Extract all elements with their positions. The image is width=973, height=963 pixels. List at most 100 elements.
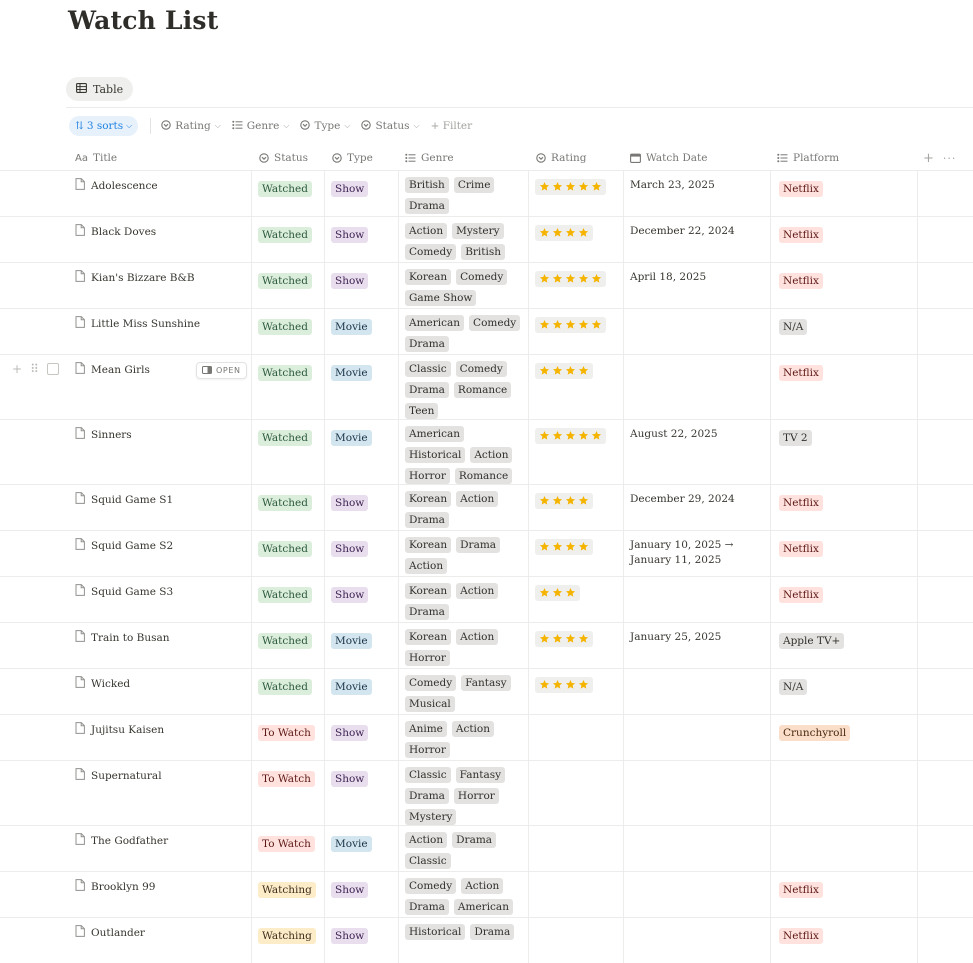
genre-tag[interactable]: Classic (405, 767, 451, 783)
genre-tag[interactable]: Romance (453, 382, 512, 398)
status-badge[interactable]: Watching (258, 882, 316, 898)
rating-cell[interactable] (535, 583, 580, 602)
tab-table-view[interactable]: Table (66, 77, 134, 101)
genre-cell[interactable]: Action Drama Classic (405, 832, 527, 874)
title-cell[interactable]: Train to Busan (75, 630, 170, 645)
genre-cell[interactable]: Comedy Action Drama American (405, 878, 527, 920)
genre-tag[interactable]: Korean (405, 269, 452, 285)
platform-tag[interactable]: N/A (779, 319, 808, 335)
genre-tag[interactable]: Drama (405, 604, 449, 620)
genre-cell[interactable]: Historical Drama (405, 924, 527, 945)
genre-cell[interactable]: American Historical Action Horror Romance (405, 426, 527, 489)
row-title[interactable]: Black Doves (91, 226, 156, 238)
genre-tag[interactable]: Action (470, 447, 513, 463)
type-cell[interactable]: Movie (331, 361, 377, 386)
platform-cell[interactable]: Netflix (779, 491, 828, 516)
status-cell[interactable]: Watched (258, 629, 317, 654)
title-cell[interactable]: Little Miss Sunshine (75, 316, 200, 331)
row-title[interactable]: Jujitsu Kaisen (91, 724, 164, 736)
type-badge[interactable]: Show (331, 882, 369, 898)
status-cell[interactable]: Watched (258, 269, 317, 294)
platform-tag[interactable]: Crunchyroll (779, 725, 851, 741)
platform-tag[interactable]: Netflix (779, 541, 823, 557)
row-title[interactable]: Squid Game S3 (91, 586, 173, 598)
genre-tag[interactable]: Action (461, 878, 504, 894)
table-row[interactable]: Outlander Watching Show Historical Drama Netf… (0, 917, 973, 963)
rating-cell[interactable] (535, 361, 593, 380)
genre-tag[interactable]: Horror (405, 742, 450, 758)
column-header-type[interactable]: Type (331, 146, 373, 170)
table-row[interactable]: Squid Game S1 Watched Show Korean Action Dram… (0, 484, 973, 530)
row-title[interactable]: Squid Game S2 (91, 540, 173, 552)
genre-tag[interactable]: Classic (405, 361, 451, 377)
type-badge[interactable]: Show (331, 928, 369, 944)
type-cell[interactable]: Show (331, 537, 373, 562)
drag-handle-icon[interactable]: ⠿ (30, 362, 39, 376)
row-title[interactable]: Train to Busan (91, 632, 170, 644)
genre-cell[interactable]: Action Mystery Comedy British (405, 223, 527, 265)
column-header-title[interactable]: Aa Title (75, 146, 117, 170)
genre-tag[interactable]: Classic (405, 853, 451, 869)
type-badge[interactable]: Show (331, 227, 369, 243)
table-row[interactable]: Brooklyn 99 Watching Show Comedy Action Drama… (0, 871, 973, 917)
filter-rating[interactable]: Rating ⌵ (161, 119, 221, 133)
platform-cell[interactable]: N/A (779, 315, 812, 340)
status-cell[interactable]: Watching (258, 924, 321, 949)
genre-tag[interactable]: Action (451, 721, 494, 737)
genre-tag[interactable]: Historical (405, 924, 466, 940)
genre-tag[interactable]: Mystery (452, 223, 504, 239)
genre-cell[interactable]: British Crime Drama (405, 177, 527, 219)
rating-cell[interactable] (535, 223, 593, 242)
column-header-rating[interactable]: Rating (535, 146, 586, 170)
platform-tag[interactable]: Netflix (779, 181, 823, 197)
title-cell[interactable]: Kian's Bizzare B&B (75, 270, 195, 285)
platform-cell[interactable]: Netflix (779, 537, 828, 562)
rating-cell[interactable] (535, 426, 606, 445)
type-badge[interactable]: Movie (331, 679, 372, 695)
status-badge[interactable]: Watched (258, 679, 312, 695)
row-title[interactable]: Kian's Bizzare B&B (91, 272, 195, 284)
watch-date[interactable]: December 22, 2024 (630, 224, 766, 239)
title-cell[interactable]: Adolescence (75, 178, 158, 193)
type-cell[interactable]: Show (331, 223, 373, 248)
status-cell[interactable]: Watched (258, 223, 317, 248)
genre-tag[interactable]: Teen (405, 403, 439, 419)
genre-tag[interactable]: Korean (405, 537, 452, 553)
genre-tag[interactable]: Action (456, 629, 499, 645)
genre-tag[interactable]: Mystery (405, 809, 457, 825)
status-cell[interactable]: Watched (258, 537, 317, 562)
status-badge[interactable]: Watched (258, 541, 312, 557)
title-cell[interactable]: Supernatural (75, 768, 162, 783)
genre-tag[interactable]: Drama (405, 198, 449, 214)
title-cell[interactable]: Mean Girls (75, 362, 150, 377)
platform-cell[interactable]: TV 2 (779, 426, 817, 451)
status-badge[interactable]: Watched (258, 273, 312, 289)
type-badge[interactable]: Movie (331, 365, 372, 381)
type-badge[interactable]: Movie (331, 430, 372, 446)
title-cell[interactable]: Sinners (75, 427, 132, 442)
table-row[interactable]: Squid Game S2 Watched Show Korean Drama Actio… (0, 530, 973, 576)
table-row[interactable]: Black Doves Watched Show Action Mystery Comed… (0, 216, 973, 262)
watch-date[interactable]: January 25, 2025 (630, 630, 766, 645)
table-row[interactable]: Wicked Watched Movie Comedy Fantasy Musical N/… (0, 668, 973, 714)
rating-cell[interactable] (535, 537, 593, 556)
platform-cell[interactable]: Netflix (779, 269, 828, 294)
platform-cell[interactable]: Crunchyroll (779, 721, 855, 746)
platform-tag[interactable]: Netflix (779, 365, 823, 381)
genre-tag[interactable]: Korean (405, 491, 452, 507)
row-title[interactable]: Mean Girls (91, 364, 150, 376)
genre-tag[interactable]: American (453, 899, 513, 915)
type-badge[interactable]: Show (331, 181, 369, 197)
type-cell[interactable]: Show (331, 721, 373, 746)
filter-status[interactable]: Status ⌵ (361, 119, 420, 133)
platform-cell[interactable]: Netflix (779, 878, 828, 903)
genre-cell[interactable]: Korean Drama Action (405, 537, 527, 579)
platform-tag[interactable]: N/A (779, 679, 808, 695)
genre-tag[interactable]: Drama (405, 336, 449, 352)
type-badge[interactable]: Show (331, 273, 369, 289)
column-header-platform[interactable]: Platform (777, 146, 839, 170)
status-badge[interactable]: To Watch (258, 836, 315, 852)
status-cell[interactable]: Watched (258, 675, 317, 700)
title-cell[interactable]: Squid Game S3 (75, 584, 173, 599)
table-row[interactable]: Supernatural To Watch Show Classic Fantasy Dr… (0, 760, 973, 825)
